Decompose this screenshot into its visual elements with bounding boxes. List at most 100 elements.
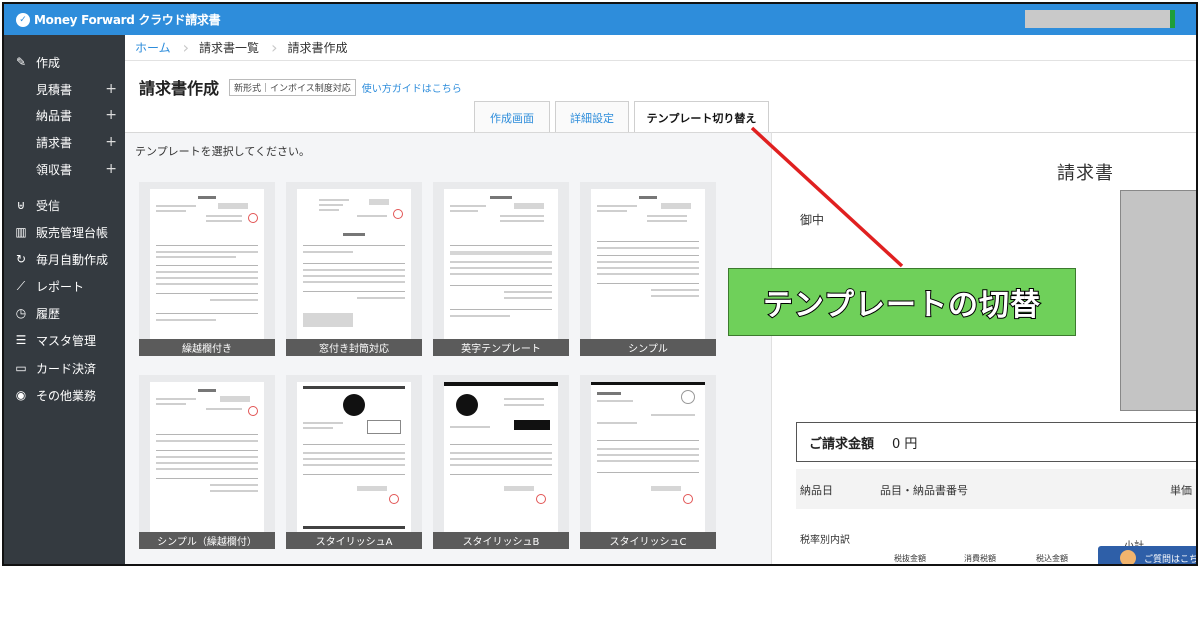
format-badge: 新形式｜インボイス制度対応 [229,78,356,96]
template-card-stylish-a[interactable]: スタイリッシュA [286,375,422,549]
inbox-icon: ⊎ [16,198,26,212]
column-header: 税込金額 [1036,554,1068,563]
sidebar-item-history[interactable]: ◷ 履歴 [4,300,125,326]
template-card-simple[interactable]: シンプル [580,182,716,356]
sidebar-item-label: 納品書 [36,108,73,123]
preview-amount-box: ご請求金額 0 円 [796,422,1196,462]
tab-edit[interactable]: 作成画面 [474,101,550,133]
preview-tax-breakdown-label: 税率別内訳 [800,535,850,546]
breadcrumb: ホーム › 請求書一覧 › 請求書作成 [125,35,1196,61]
sidebar-item-label: 作成 [36,55,61,70]
template-name: 英字テンプレート [433,339,569,356]
preview-recipient: 御中 [800,213,825,227]
add-receipt-button[interactable]: + [105,161,117,177]
sidebar-item-estimate[interactable]: 見積書 + [4,76,125,102]
column-header: 消費税額 [964,554,996,563]
user-menu[interactable] [1025,10,1175,28]
template-name: シンプル（繰越欄付） [139,532,275,549]
card-icon: ▭ [15,361,27,375]
preview-title: 請求書 [1057,163,1114,184]
template-card-window-envelope[interactable]: 窓付き封筒対応 [286,182,422,356]
template-name: スタイリッシュB [433,532,569,549]
sidebar-item-label: 見積書 [36,82,73,97]
template-thumbnail [444,382,558,533]
add-estimate-button[interactable]: + [105,81,117,97]
template-thumbnail [297,382,411,533]
template-name: シンプル [580,339,716,356]
sidebar-item-label: 領収書 [36,162,73,177]
sidebar-item-label: 請求書 [36,135,73,150]
sidebar-item-label: その他業務 [36,388,97,403]
template-card-english[interactable]: 英字テンプレート [433,182,569,356]
column-header: 税抜金額 [894,554,926,563]
sidebar-item-label: レポート [36,279,85,294]
preview-company-block [1120,190,1196,411]
add-delivery-note-button[interactable]: + [105,107,117,123]
template-card-simple-carryover[interactable]: シンプル（繰越欄付） [139,375,275,549]
sidebar-item-create[interactable]: ✎ 作成 [4,49,125,75]
template-thumbnail [591,189,705,340]
callout-text: テンプレートの切替 [762,287,1042,324]
book-icon: ▥ [15,225,27,239]
help-label: ご質問はこち [1144,554,1198,565]
brand-name[interactable]: Money Forward クラウド請求書 [34,11,221,28]
column-header: 納品日 [800,484,833,497]
breadcrumb-invoice-list[interactable]: 請求書一覧 [189,39,271,56]
invoice-preview: 請求書 御中 ご請求金額 0 円 納品日 品目・納品書番号 単価 税率別内訳 小… [771,132,1196,564]
template-instruction: テンプレートを選択してください。 [135,145,311,158]
tab-template-switch[interactable]: テンプレート切り替え [634,101,769,134]
sidebar-item-invoice[interactable]: 請求書 + [4,129,125,155]
repeat-icon: ↻ [15,252,27,266]
template-name: 繰越欄付き [139,339,275,356]
history-icon: ◷ [15,306,27,320]
sidebar-item-sales-ledger[interactable]: ▥ 販売管理台帳 [4,219,125,245]
template-selector: テンプレートを選択してください。 繰越欄付き 窓付き封筒対応 英字テンプレート … [125,132,771,566]
help-button[interactable]: ご質問はこち [1098,546,1198,565]
breadcrumb-home[interactable]: ホーム [125,39,183,56]
template-thumbnail [591,382,705,533]
sidebar-item-label: 履歴 [36,306,61,321]
preview-amount-label: ご請求金額 [809,436,875,452]
column-header: 品目・納品書番号 [880,484,968,497]
add-invoice-button[interactable]: + [105,134,117,150]
chart-icon: ⟋ [16,278,26,293]
sidebar-item-other[interactable]: ◉ その他業務 [4,382,125,408]
sidebar-item-label: 毎月自動作成 [36,252,109,267]
sidebar-item-label: 受信 [36,198,61,213]
annotation-callout: テンプレートの切替 [728,268,1076,336]
sidebar-item-auto-create[interactable]: ↻ 毎月自動作成 [4,246,125,272]
sidebar-item-label: マスタ管理 [36,333,97,348]
sidebar-item-label: カード決済 [36,361,97,376]
sidebar-item-report[interactable]: ⟋ レポート [4,273,125,299]
list-icon: ☰ [15,333,27,347]
assistant-avatar [1120,550,1136,564]
sidebar: ✎ 作成 見積書 + 納品書 + 請求書 + 領収書 + ⊎ 受信 ▥ 販売管理… [4,35,125,564]
template-name: 窓付き封筒対応 [286,339,422,356]
template-card-stylish-c[interactable]: スタイリッシュC [580,375,716,549]
sidebar-item-card-payment[interactable]: ▭ カード決済 [4,355,125,381]
template-thumbnail [444,189,558,340]
template-card-carryover[interactable]: 繰越欄付き [139,182,275,356]
pencil-icon: ✎ [15,55,27,69]
template-thumbnail [150,189,264,340]
template-card-selected-partial[interactable] [286,565,424,566]
template-name: スタイリッシュC [580,532,716,549]
template-thumbnail [150,382,264,533]
template-card-stylish-b[interactable]: スタイリッシュB [433,375,569,549]
column-header: 単価 [1170,484,1192,497]
sidebar-item-receipt[interactable]: 領収書 + [4,156,125,182]
logo-icon[interactable]: ✓ [16,12,30,27]
guide-link[interactable]: 使い方ガイドはこちら [362,80,462,95]
template-name: スタイリッシュA [286,532,422,549]
tab-details[interactable]: 詳細設定 [555,101,629,133]
sidebar-item-inbox[interactable]: ⊎ 受信 [4,192,125,218]
top-bar: ✓ Money Forward クラウド請求書 [4,4,1196,35]
sidebar-item-master[interactable]: ☰ マスタ管理 [4,327,125,353]
logo-glyph: ✓ [19,14,27,25]
sidebar-item-label: 販売管理台帳 [36,225,109,240]
breadcrumb-current: 請求書作成 [287,41,348,55]
page-header: 請求書作成 新形式｜インボイス制度対応 使い方ガイドはこちら [139,75,462,99]
preview-amount-value: 0 円 [892,436,918,452]
other-icon: ◉ [15,388,27,402]
sidebar-item-delivery-note[interactable]: 納品書 + [4,102,125,128]
